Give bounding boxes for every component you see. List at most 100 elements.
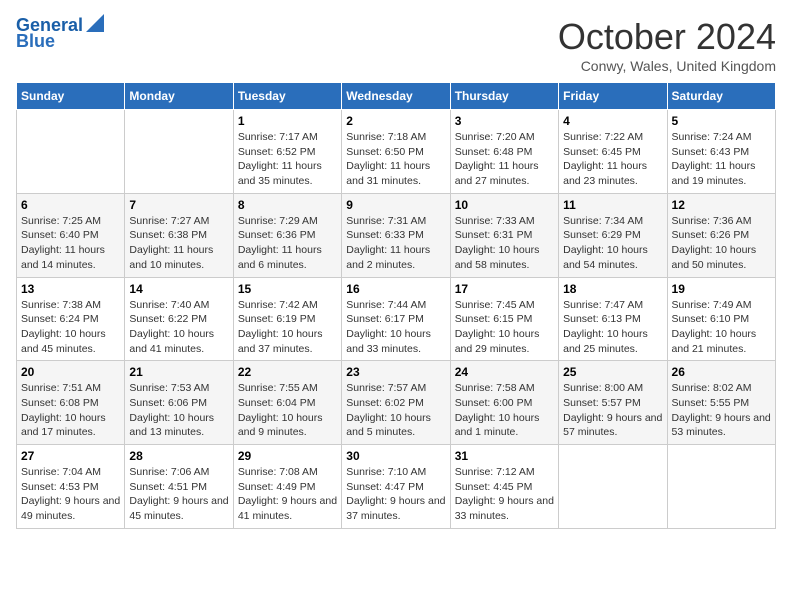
location-subtitle: Conwy, Wales, United Kingdom	[558, 58, 776, 74]
calendar-cell: 9 Sunrise: 7:31 AM Sunset: 6:33 PM Daylig…	[342, 193, 450, 277]
calendar-cell	[667, 445, 775, 529]
day-info: Sunrise: 7:44 AM Sunset: 6:17 PM Dayligh…	[346, 298, 445, 357]
day-number: 23	[346, 365, 445, 379]
day-info: Sunrise: 7:58 AM Sunset: 6:00 PM Dayligh…	[455, 381, 554, 440]
day-info: Sunrise: 7:31 AM Sunset: 6:33 PM Dayligh…	[346, 214, 445, 273]
calendar-cell: 29Sunrise: 7:08 AM Sunset: 4:49 PM Dayli…	[233, 445, 341, 529]
day-info: Sunrise: 7:22 AM Sunset: 6:45 PM Dayligh…	[563, 130, 662, 189]
day-info: Sunrise: 7:25 AM Sunset: 6:40 PM Dayligh…	[21, 214, 120, 273]
day-info: Sunrise: 7:06 AM Sunset: 4:51 PM Dayligh…	[129, 465, 228, 524]
day-info: Sunrise: 7:29 AM Sunset: 6:36 PM Dayligh…	[238, 214, 337, 273]
calendar-cell: 18 Sunrise: 7:47 AM Sunset: 6:13 PM Dayli…	[559, 277, 667, 361]
calendar-cell: 23 Sunrise: 7:57 AM Sunset: 6:02 PM Dayli…	[342, 361, 450, 445]
day-number: 9	[346, 198, 445, 212]
calendar-cell: 25Sunrise: 8:00 AM Sunset: 5:57 PM Dayli…	[559, 361, 667, 445]
calendar-cell: 24 Sunrise: 7:58 AM Sunset: 6:00 PM Dayli…	[450, 361, 558, 445]
day-number: 22	[238, 365, 337, 379]
day-info: Sunrise: 7:57 AM Sunset: 6:02 PM Dayligh…	[346, 381, 445, 440]
col-header-thursday: Thursday	[450, 83, 558, 110]
calendar-cell: 17Sunrise: 7:45 AM Sunset: 6:15 PM Dayli…	[450, 277, 558, 361]
calendar-cell: 6Sunrise: 7:25 AM Sunset: 6:40 PM Daylig…	[17, 193, 125, 277]
day-number: 21	[129, 365, 228, 379]
day-info: Sunrise: 7:18 AM Sunset: 6:50 PM Dayligh…	[346, 130, 445, 189]
day-number: 1	[238, 114, 337, 128]
calendar-cell: 27 Sunrise: 7:04 AM Sunset: 4:53 PM Dayli…	[17, 445, 125, 529]
day-info: Sunrise: 7:38 AM Sunset: 6:24 PM Dayligh…	[21, 298, 120, 357]
logo-text-line2: Blue	[16, 32, 55, 52]
calendar-cell	[559, 445, 667, 529]
calendar-week-4: 20 Sunrise: 7:51 AM Sunset: 6:08 PM Dayli…	[17, 361, 776, 445]
calendar-cell: 2 Sunrise: 7:18 AM Sunset: 6:50 PM Daylig…	[342, 110, 450, 194]
day-info: Sunrise: 7:08 AM Sunset: 4:49 PM Dayligh…	[238, 465, 337, 524]
day-number: 13	[21, 282, 120, 296]
calendar-cell	[17, 110, 125, 194]
calendar-cell: 21Sunrise: 7:53 AM Sunset: 6:06 PM Dayli…	[125, 361, 233, 445]
calendar-cell: 5 Sunrise: 7:24 AM Sunset: 6:43 PM Daylig…	[667, 110, 775, 194]
day-info: Sunrise: 7:10 AM Sunset: 4:47 PM Dayligh…	[346, 465, 445, 524]
day-number: 16	[346, 282, 445, 296]
day-number: 15	[238, 282, 337, 296]
day-info: Sunrise: 7:34 AM Sunset: 6:29 PM Dayligh…	[563, 214, 662, 273]
calendar-header-row: SundayMondayTuesdayWednesdayThursdayFrid…	[17, 83, 776, 110]
day-info: Sunrise: 7:17 AM Sunset: 6:52 PM Dayligh…	[238, 130, 337, 189]
day-number: 28	[129, 449, 228, 463]
calendar-cell: 26 Sunrise: 8:02 AM Sunset: 5:55 PM Dayli…	[667, 361, 775, 445]
calendar-cell: 4 Sunrise: 7:22 AM Sunset: 6:45 PM Daylig…	[559, 110, 667, 194]
day-info: Sunrise: 7:55 AM Sunset: 6:04 PM Dayligh…	[238, 381, 337, 440]
day-number: 30	[346, 449, 445, 463]
day-info: Sunrise: 7:49 AM Sunset: 6:10 PM Dayligh…	[672, 298, 771, 357]
calendar-week-3: 13 Sunrise: 7:38 AM Sunset: 6:24 PM Dayli…	[17, 277, 776, 361]
calendar-cell	[125, 110, 233, 194]
day-number: 24	[455, 365, 554, 379]
day-number: 7	[129, 198, 228, 212]
day-info: Sunrise: 7:12 AM Sunset: 4:45 PM Dayligh…	[455, 465, 554, 524]
title-block: October 2024 Conwy, Wales, United Kingdo…	[558, 16, 776, 74]
day-info: Sunrise: 7:04 AM Sunset: 4:53 PM Dayligh…	[21, 465, 120, 524]
day-info: Sunrise: 7:36 AM Sunset: 6:26 PM Dayligh…	[672, 214, 771, 273]
calendar-cell: 14 Sunrise: 7:40 AM Sunset: 6:22 PM Dayli…	[125, 277, 233, 361]
calendar-cell: 28 Sunrise: 7:06 AM Sunset: 4:51 PM Dayli…	[125, 445, 233, 529]
calendar-cell: 10 Sunrise: 7:33 AM Sunset: 6:31 PM Dayli…	[450, 193, 558, 277]
col-header-friday: Friday	[559, 83, 667, 110]
calendar-table: SundayMondayTuesdayWednesdayThursdayFrid…	[16, 82, 776, 529]
day-info: Sunrise: 7:51 AM Sunset: 6:08 PM Dayligh…	[21, 381, 120, 440]
col-header-tuesday: Tuesday	[233, 83, 341, 110]
calendar-cell: 12 Sunrise: 7:36 AM Sunset: 6:26 PM Dayli…	[667, 193, 775, 277]
calendar-cell: 13 Sunrise: 7:38 AM Sunset: 6:24 PM Dayli…	[17, 277, 125, 361]
day-number: 27	[21, 449, 120, 463]
calendar-cell: 1 Sunrise: 7:17 AM Sunset: 6:52 PM Daylig…	[233, 110, 341, 194]
calendar-cell: 19Sunrise: 7:49 AM Sunset: 6:10 PM Dayli…	[667, 277, 775, 361]
page-header: General Blue October 2024 Conwy, Wales, …	[16, 16, 776, 74]
day-info: Sunrise: 7:47 AM Sunset: 6:13 PM Dayligh…	[563, 298, 662, 357]
calendar-cell: 22 Sunrise: 7:55 AM Sunset: 6:04 PM Dayli…	[233, 361, 341, 445]
day-number: 12	[672, 198, 771, 212]
day-info: Sunrise: 7:42 AM Sunset: 6:19 PM Dayligh…	[238, 298, 337, 357]
logo: General Blue	[16, 16, 104, 52]
day-info: Sunrise: 7:24 AM Sunset: 6:43 PM Dayligh…	[672, 130, 771, 189]
day-number: 2	[346, 114, 445, 128]
calendar-cell: 16 Sunrise: 7:44 AM Sunset: 6:17 PM Dayli…	[342, 277, 450, 361]
day-number: 26	[672, 365, 771, 379]
calendar-week-1: 1 Sunrise: 7:17 AM Sunset: 6:52 PM Daylig…	[17, 110, 776, 194]
calendar-week-5: 27 Sunrise: 7:04 AM Sunset: 4:53 PM Dayli…	[17, 445, 776, 529]
day-info: Sunrise: 7:40 AM Sunset: 6:22 PM Dayligh…	[129, 298, 228, 357]
day-number: 10	[455, 198, 554, 212]
day-number: 4	[563, 114, 662, 128]
day-info: Sunrise: 7:33 AM Sunset: 6:31 PM Dayligh…	[455, 214, 554, 273]
calendar-cell: 20 Sunrise: 7:51 AM Sunset: 6:08 PM Dayli…	[17, 361, 125, 445]
day-number: 20	[21, 365, 120, 379]
day-number: 11	[563, 198, 662, 212]
calendar-cell: 8Sunrise: 7:29 AM Sunset: 6:36 PM Daylig…	[233, 193, 341, 277]
calendar-cell: 15 Sunrise: 7:42 AM Sunset: 6:19 PM Dayli…	[233, 277, 341, 361]
col-header-sunday: Sunday	[17, 83, 125, 110]
day-number: 18	[563, 282, 662, 296]
day-info: Sunrise: 7:20 AM Sunset: 6:48 PM Dayligh…	[455, 130, 554, 189]
calendar-cell: 11 Sunrise: 7:34 AM Sunset: 6:29 PM Dayli…	[559, 193, 667, 277]
day-number: 5	[672, 114, 771, 128]
day-number: 14	[129, 282, 228, 296]
day-number: 3	[455, 114, 554, 128]
logo-triangle-icon	[86, 14, 104, 32]
day-number: 17	[455, 282, 554, 296]
calendar-cell: 30 Sunrise: 7:10 AM Sunset: 4:47 PM Dayli…	[342, 445, 450, 529]
day-info: Sunrise: 8:02 AM Sunset: 5:55 PM Dayligh…	[672, 381, 771, 440]
